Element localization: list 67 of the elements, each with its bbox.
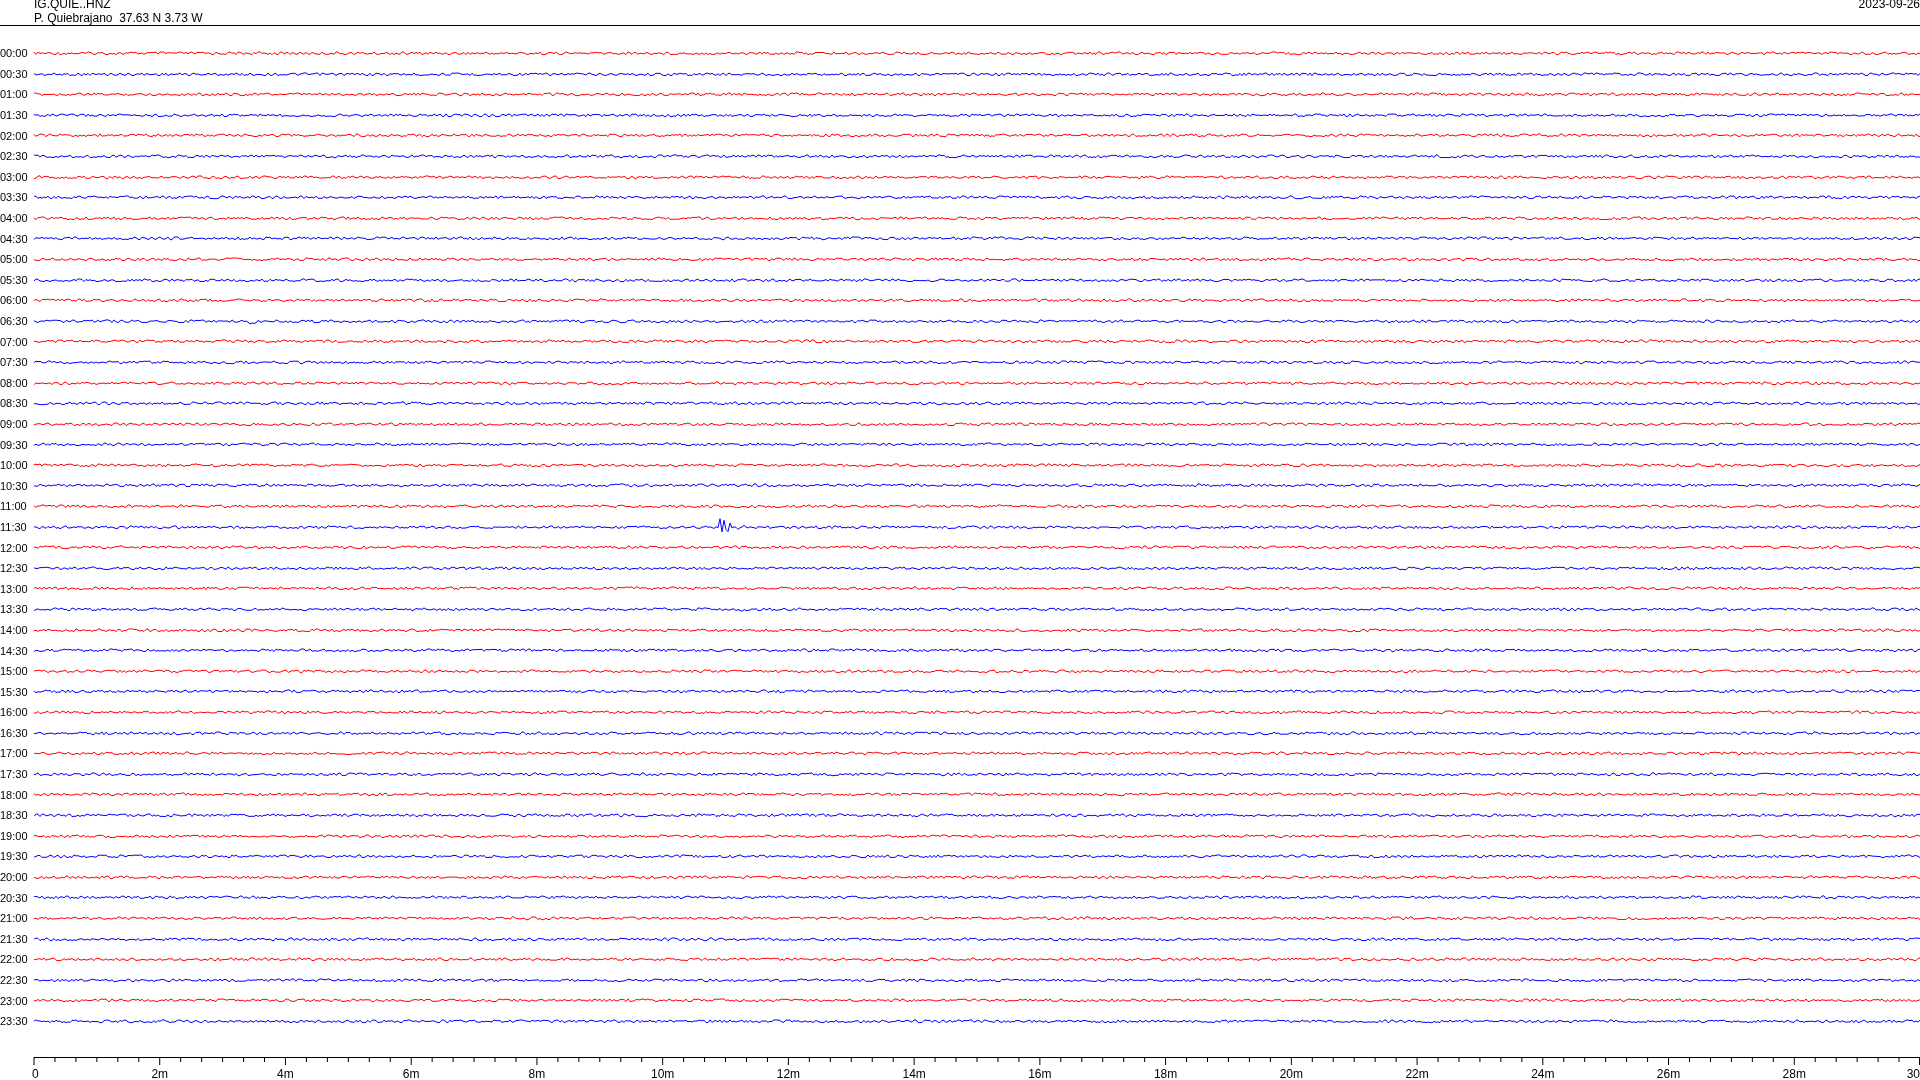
- time-label: 14:00: [0, 623, 29, 636]
- time-label: 02:30: [0, 150, 29, 163]
- time-label: 16:30: [0, 726, 29, 739]
- axis-tick-label: 12m: [776, 1066, 801, 1080]
- time-label: 05:00: [0, 253, 29, 266]
- axis-tick-label: 20m: [1279, 1066, 1303, 1080]
- date-label: 2023-09-26: [1858, 0, 1920, 13]
- time-label: 04:00: [0, 212, 29, 225]
- time-label: 09:30: [0, 438, 29, 451]
- time-label: 08:30: [0, 397, 29, 410]
- time-label: 13:30: [0, 603, 29, 616]
- time-label: 20:00: [0, 871, 29, 884]
- time-label: 10:30: [0, 479, 29, 492]
- axis-tick-label: 8m: [528, 1066, 546, 1080]
- axis-tick-label: 28m: [1782, 1066, 1806, 1080]
- time-label: 08:00: [0, 376, 29, 389]
- time-label: 07:00: [0, 335, 29, 348]
- axis-tick-label: 22m: [1405, 1066, 1429, 1080]
- station-code: IG.QUIE..HNZ: [34, 0, 112, 11]
- time-label: 19:00: [0, 829, 29, 842]
- axis-tick-label: 2m: [151, 1066, 169, 1080]
- time-label: 15:30: [0, 685, 29, 698]
- axis-tick-label: 6m: [402, 1066, 420, 1080]
- time-label: 04:30: [0, 232, 29, 245]
- axis-tick-label: 0: [32, 1066, 39, 1080]
- time-label: 18:30: [0, 809, 29, 822]
- axis-tick-label: 18m: [1153, 1066, 1178, 1080]
- axis-tick-label: 24m: [1531, 1066, 1555, 1080]
- time-label: 10:00: [0, 459, 29, 472]
- time-label: 09:00: [0, 418, 29, 430]
- time-label: 11:30: [0, 520, 28, 533]
- time-label: 13:00: [0, 582, 29, 595]
- time-label: 20:30: [0, 891, 29, 904]
- time-label: 06:00: [0, 294, 29, 307]
- station-location: P. Quiebrajano 37.63 N 3.73 W: [34, 11, 203, 25]
- axis-tick-label: 14m: [902, 1066, 926, 1080]
- time-label: 03:00: [0, 170, 29, 183]
- time-label: 22:30: [0, 974, 29, 986]
- time-label: 11:00: [0, 500, 28, 513]
- time-label: 15:00: [0, 665, 29, 678]
- time-label: 14:30: [0, 644, 29, 657]
- time-label: 00:30: [0, 67, 29, 80]
- time-label: 03:30: [0, 191, 29, 204]
- time-label: 00:00: [0, 47, 29, 60]
- axis-tick-label: 30: [1906, 1066, 1920, 1080]
- time-label: 07:30: [0, 356, 29, 369]
- time-label: 01:30: [0, 109, 29, 122]
- time-label: 02:00: [0, 129, 29, 142]
- time-label: 01:00: [0, 88, 29, 101]
- time-label: 17:00: [0, 747, 29, 760]
- time-label: 05:30: [0, 273, 29, 286]
- time-label: 23:30: [0, 1015, 29, 1028]
- time-label: 12:00: [0, 541, 29, 554]
- time-label: 06:30: [0, 315, 29, 327]
- axis-tick-label: 26m: [1656, 1066, 1681, 1080]
- time-label: 19:30: [0, 850, 29, 863]
- time-label: 16:00: [0, 706, 29, 719]
- time-label: 21:30: [0, 932, 29, 945]
- axis-tick-label: 16m: [1028, 1066, 1052, 1080]
- time-label: 21:00: [0, 912, 29, 925]
- time-label: 22:00: [0, 953, 29, 966]
- time-label: 12:30: [0, 562, 29, 575]
- axis-tick-label: 10m: [651, 1066, 675, 1080]
- axis-tick-label: 4m: [277, 1066, 294, 1080]
- time-label: 18:00: [0, 788, 29, 801]
- time-label: 17:30: [0, 768, 29, 781]
- time-label: 23:00: [0, 994, 29, 1007]
